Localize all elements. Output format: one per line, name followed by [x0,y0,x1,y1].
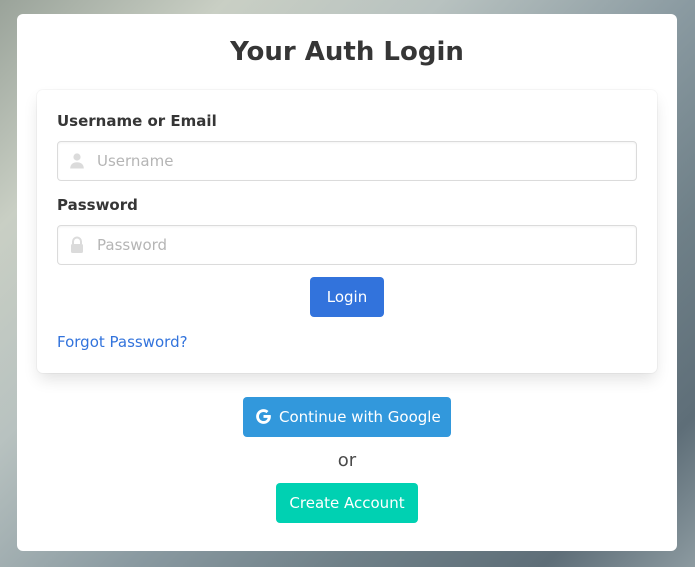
login-form: Username or Email Password Login Forgot … [37,90,657,373]
password-field-wrapper[interactable] [57,225,637,265]
forgot-password-link[interactable]: Forgot Password? [57,332,188,352]
google-login-button[interactable]: Continue with Google [243,397,451,437]
page-title: Your Auth Login [230,37,464,67]
password-input[interactable] [97,226,628,264]
google-button-label: Continue with Google [279,408,441,426]
or-separator: or [337,450,357,471]
lock-icon [71,236,83,253]
google-icon [256,409,271,424]
password-label: Password [57,196,138,214]
username-field-wrapper[interactable] [57,141,637,181]
create-account-button[interactable]: Create Account [276,483,418,523]
username-input[interactable] [97,142,628,180]
username-label: Username or Email [57,112,217,130]
user-icon [70,153,84,169]
login-button[interactable]: Login [310,277,384,317]
login-card: Your Auth Login Username or Email Passwo… [17,14,677,551]
